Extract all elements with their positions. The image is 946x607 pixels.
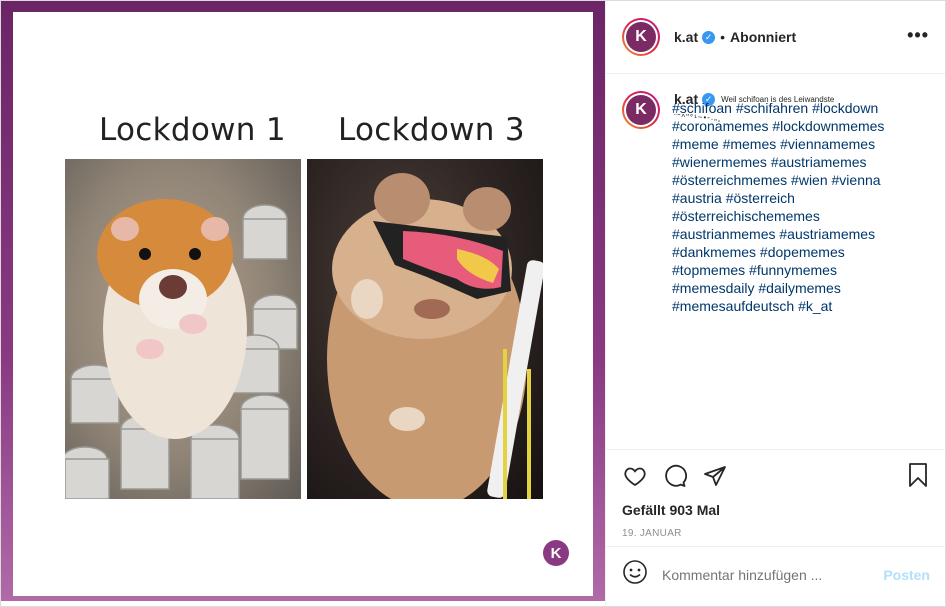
caption-avatar-logo: K [626,95,656,125]
hashtag-line[interactable]: #meme #memes #viennamemes [672,135,922,153]
brand-watermark: K [543,540,569,566]
meme-photo-scared-hamster [65,159,301,499]
username-link[interactable]: k.at [674,29,698,45]
comment-icon[interactable] [662,463,688,489]
avatar[interactable]: K [622,18,660,56]
post-sidebar: K k.at ✓ • Abonniert ••• K k.at ✓ Weil s… [605,1,946,606]
hashtag-line[interactable]: #memesdaily #dailymemes [672,279,922,297]
more-options-icon[interactable]: ••• [907,25,929,46]
separator-dot: • [720,29,726,45]
hashtag-line[interactable]: #wienermemes #austriamemes [672,153,922,171]
meme-image: Lockdown 1 Lockdown 3 K [13,12,593,596]
post-header: K k.at ✓ • Abonniert ••• [606,1,945,74]
meme-label-left: Lockdown 1 [99,112,286,148]
like-count[interactable]: Gefällt 903 Mal [622,502,930,518]
hashtag-line[interactable]: #austria #österreich [672,189,922,207]
comment-bar: Posten [606,546,946,602]
post-date[interactable]: 19. JANUAR [622,528,930,539]
share-icon[interactable] [702,463,728,489]
hashtag-line[interactable]: #austrianmemes #austriamemes [672,225,922,243]
hashtag-line[interactable]: #topmemes #funnymemes [672,261,922,279]
hashtag-line[interactable]: #schifoan #schifahren #lockdown [672,99,922,117]
hashtag-list: #schifoan #schifahren #lockdown #coronam… [672,99,922,315]
emoji-icon[interactable] [622,559,648,590]
hashtag-line[interactable]: #österreichischememes [672,207,922,225]
action-bar: Gefällt 903 Mal 19. JANUAR [606,449,946,539]
meme-photo-ski-hamster [307,159,543,499]
comment-input[interactable] [662,566,884,583]
post-comment-button[interactable]: Posten [883,567,930,583]
hashtag-line[interactable]: #österreichmemes #wien #vienna [672,171,922,189]
post-media[interactable]: Lockdown 1 Lockdown 3 K [1,1,605,601]
meme-label-right: Lockdown 3 [338,112,525,148]
heart-icon[interactable] [622,463,648,489]
verified-badge-icon: ✓ [702,30,716,44]
follow-button[interactable]: Abonniert [730,29,796,45]
caption-avatar[interactable]: K [622,91,660,129]
instagram-post: Lockdown 1 Lockdown 3 K K k.at ✓ • Abonn… [0,0,946,607]
bookmark-icon[interactable] [906,462,930,493]
hashtag-line[interactable]: #dankmemes #dopememes [672,243,922,261]
hashtag-line[interactable]: #coronamemes #lockdownmemes [672,117,922,135]
hashtag-line[interactable]: #memesaufdeutsch #k_at [672,297,922,315]
avatar-logo: K [626,22,656,52]
